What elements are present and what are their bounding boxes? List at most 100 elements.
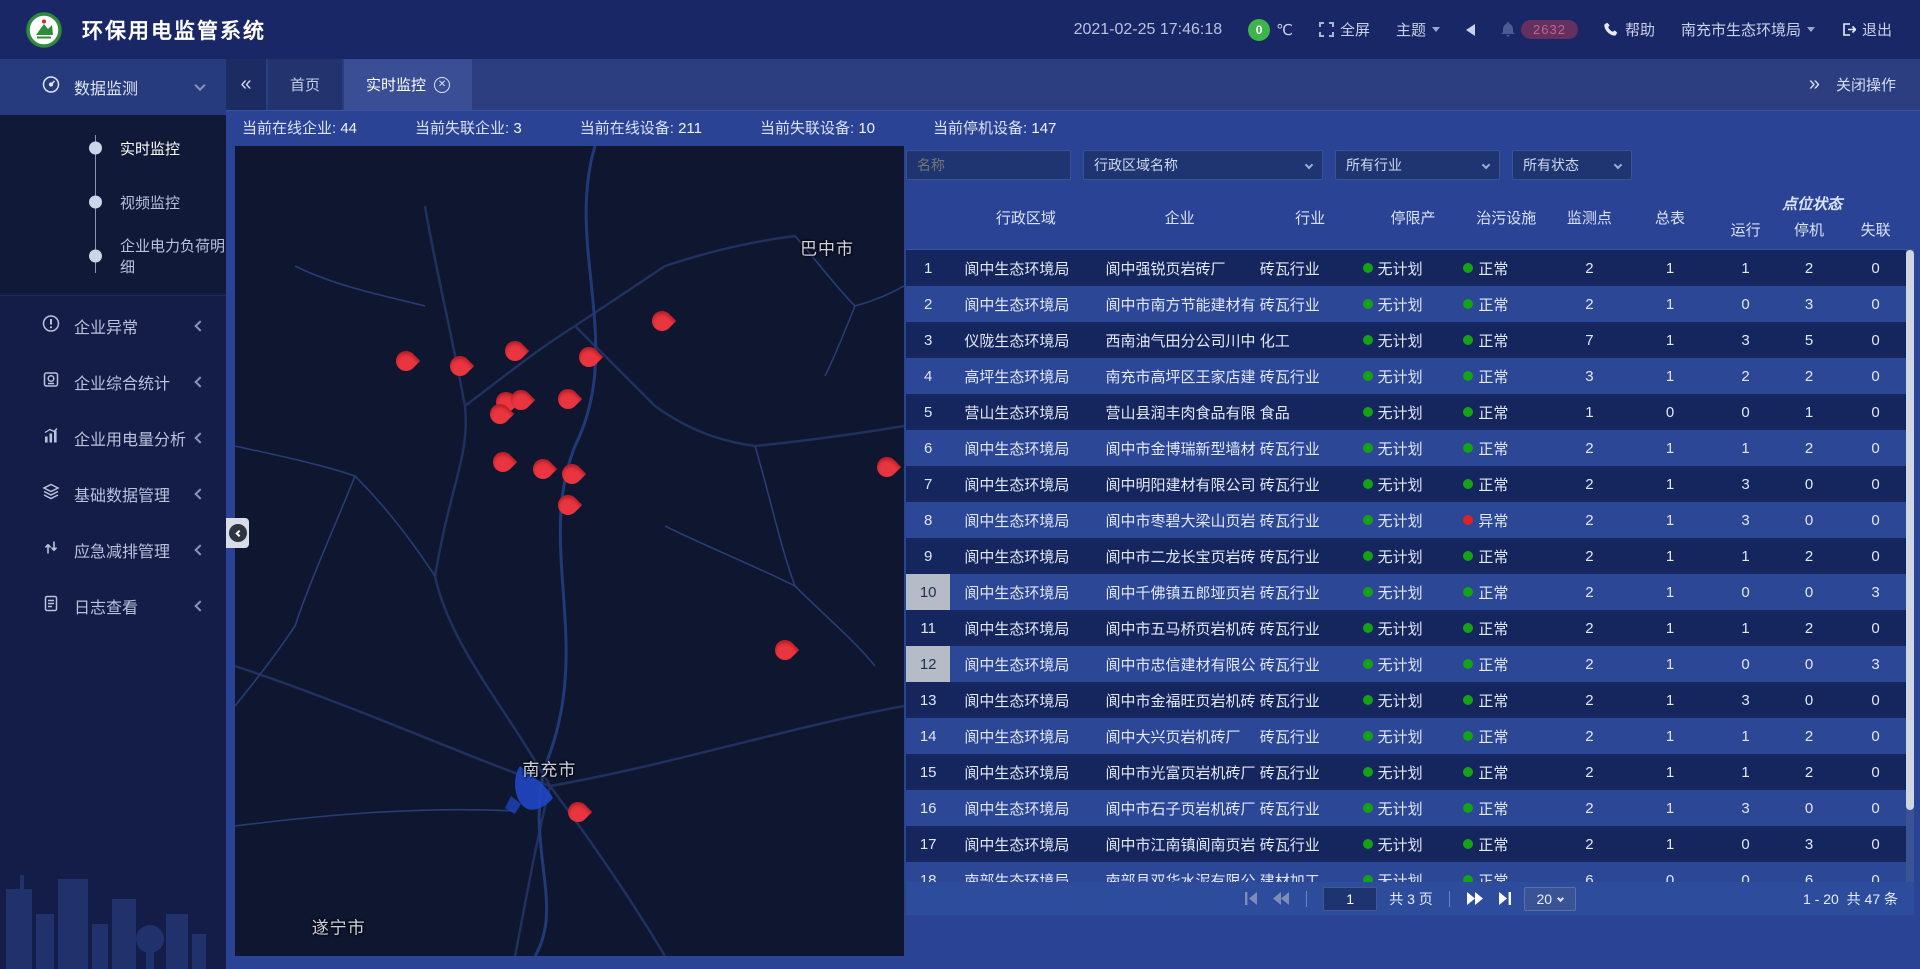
table-row[interactable]: 7阆中生态环境局阆中明阳建材有限公司砖瓦行业无计划正常21300 [906, 466, 1914, 502]
cell-company: 阆中大兴页岩机砖厂 [1102, 718, 1258, 754]
sidebar-item-power-analysis[interactable]: 企业用电量分析 [0, 410, 226, 466]
cell-offline-count: 0 [1837, 502, 1914, 538]
sidebar-item-company-stats[interactable]: 企业综合统计 [0, 354, 226, 410]
name-filter-input[interactable] [906, 150, 1071, 180]
map-pin[interactable] [652, 311, 672, 331]
table-row[interactable]: 13阆中生态环境局阆中市金福旺页岩机砖砖瓦行业无计划正常21300 [906, 682, 1914, 718]
page-number-input[interactable] [1323, 887, 1377, 911]
table-row[interactable]: 12阆中生态环境局阆中市忠信建材有限公砖瓦行业无计划正常21003 [906, 646, 1914, 682]
org-dropdown[interactable]: 南充市生态环境局 [1681, 19, 1815, 40]
map-pin[interactable] [490, 404, 510, 424]
close-icon[interactable]: ✕ [434, 77, 450, 93]
status-dot-icon [1463, 695, 1473, 705]
map-pin[interactable] [562, 464, 582, 484]
page-size-select[interactable]: 20 [1524, 887, 1576, 911]
tab-bar: « 首页 实时监控 ✕ » 关闭操作 [226, 59, 1920, 110]
map-pin[interactable] [505, 341, 525, 361]
stat-value: 3 [513, 120, 521, 137]
collapse-sound-button[interactable] [1466, 24, 1475, 36]
close-operations-button[interactable]: 关闭操作 [1836, 74, 1896, 95]
table-row[interactable]: 16阆中生态环境局阆中市石子页岩机砖厂砖瓦行业无计划正常21300 [906, 790, 1914, 826]
sidebar-item-video-monitor[interactable]: 视频监控 [0, 175, 226, 229]
map-pin[interactable] [568, 802, 588, 822]
theme-dropdown[interactable]: 主题 [1396, 19, 1440, 40]
pin-shape-icon [446, 352, 474, 380]
map-pin[interactable] [533, 459, 553, 479]
column-group-point-status: 点位状态 运行 停机 失联 [1710, 185, 1914, 249]
map-pin[interactable] [493, 452, 513, 472]
table-row[interactable]: 3仪陇生态环境局西南油气田分公司川中化工无计划正常71350 [906, 322, 1914, 358]
scrollbar-thumb[interactable] [1906, 250, 1914, 810]
help-button[interactable]: 帮助 [1604, 19, 1655, 40]
cell-monitor-count: 2 [1549, 502, 1630, 538]
region-filter-select[interactable]: 行政区域名称 [1083, 150, 1323, 180]
prev-page-button[interactable] [1272, 892, 1290, 905]
table-row[interactable]: 6阆中生态环境局阆中市金博瑞新型墙材砖瓦行业无计划正常21120 [906, 430, 1914, 466]
sidebar-item-data-monitor[interactable]: 数据监测 [0, 59, 226, 115]
tab-realtime-monitor[interactable]: 实时监控 ✕ [344, 59, 472, 110]
table-row[interactable]: 17阆中生态环境局阆中市江南镇阆南页岩砖瓦行业无计划正常21030 [906, 826, 1914, 862]
sidebar-item-power-load-detail[interactable]: 企业电力负荷明细 [0, 229, 226, 283]
cell-pollution-status: 异常 [1463, 502, 1549, 538]
table-row[interactable]: 4高坪生态环境局南充市高坪区王家店建砖瓦行业无计划正常31220 [906, 358, 1914, 394]
status-filter-select[interactable]: 所有状态 [1512, 150, 1632, 180]
cell-company: 阆中市枣碧大梁山页岩 [1102, 502, 1258, 538]
app-header: 环保用电监管系统 2021-02-25 17:46:18 0 ℃ 全屏 主题 [0, 0, 1920, 59]
cell-region: 仪陇生态环境局 [950, 322, 1101, 358]
table-row[interactable]: 8阆中生态环境局阆中市枣碧大梁山页岩砖瓦行业无计划异常21300 [906, 502, 1914, 538]
cell-stop-count: 2 [1781, 358, 1837, 394]
table-row[interactable]: 14阆中生态环境局阆中大兴页岩机砖厂砖瓦行业无计划正常21120 [906, 718, 1914, 754]
notifications[interactable]: 2632 [1501, 20, 1578, 39]
tab-home[interactable]: 首页 [268, 59, 342, 110]
industry-filter-select[interactable]: 所有行业 [1335, 150, 1500, 180]
table-row[interactable]: 11阆中生态环境局阆中市五马桥页岩机砖砖瓦行业无计划正常21120 [906, 610, 1914, 646]
cell-run-count: 0 [1710, 574, 1781, 610]
cell-offline-count: 0 [1837, 862, 1914, 882]
cell-index: 10 [906, 574, 950, 610]
table-row[interactable]: 2阆中生态环境局阆中市南方节能建材有砖瓦行业无计划正常21030 [906, 286, 1914, 322]
cell-limit-status: 无计划 [1363, 754, 1464, 790]
chevron-down-icon [1807, 27, 1815, 32]
column-header-region: 行政区域 [950, 185, 1101, 249]
tabs-scroll-right-button[interactable]: » [1809, 73, 1820, 96]
sidebar-item-company-abnormal[interactable]: 企业异常 [0, 298, 226, 354]
map-pin[interactable] [450, 356, 470, 376]
logout-button[interactable]: 退出 [1841, 19, 1892, 40]
cell-industry: 砖瓦行业 [1258, 466, 1363, 502]
last-page-button[interactable] [1496, 892, 1512, 905]
cell-monitor-count: 2 [1549, 286, 1630, 322]
sidebar-item-realtime-monitor[interactable]: 实时监控 [0, 121, 226, 175]
tabs-scroll-left-button[interactable]: « [226, 59, 266, 110]
next-page-button[interactable] [1466, 892, 1484, 905]
cell-offline-count: 0 [1837, 430, 1914, 466]
sidebar-item-log-view[interactable]: 日志查看 [0, 578, 226, 634]
table-row[interactable]: 5营山生态环境局营山县润丰肉食品有限食品无计划正常10010 [906, 394, 1914, 430]
map-pin[interactable] [579, 347, 599, 367]
map-pin[interactable] [775, 640, 795, 660]
table-row[interactable]: 10阆中生态环境局阆中千佛镇五郎垭页岩砖瓦行业无计划正常21003 [906, 574, 1914, 610]
cell-industry: 砖瓦行业 [1258, 610, 1363, 646]
cell-stop-count: 2 [1781, 754, 1837, 790]
table-row[interactable]: 15阆中生态环境局阆中市光富页岩机砖厂砖瓦行业无计划正常21120 [906, 754, 1914, 790]
cell-stop-count: 0 [1781, 790, 1837, 826]
first-page-button[interactable] [1244, 892, 1260, 905]
cell-index: 17 [906, 826, 950, 862]
table-row[interactable]: 1阆中生态环境局阆中强锐页岩砖厂砖瓦行业无计划正常21120 [906, 250, 1914, 286]
fullscreen-button[interactable]: 全屏 [1319, 19, 1370, 40]
chevron-left-icon [229, 524, 247, 542]
table-row[interactable]: 9阆中生态环境局阆中市二龙长宝页岩砖砖瓦行业无计划正常21120 [906, 538, 1914, 574]
cell-region: 阆中生态环境局 [950, 430, 1101, 466]
sidebar-item-base-data[interactable]: 基础数据管理 [0, 466, 226, 522]
map-pin[interactable] [511, 390, 531, 410]
map-pin[interactable] [558, 389, 578, 409]
status-dot-icon [1363, 659, 1373, 669]
map-pin[interactable] [396, 351, 416, 371]
table-row[interactable]: 18南部生态环境局南部县双华水泥有限公建材加工无计划正常60060 [906, 862, 1914, 882]
map-collapse-button[interactable] [226, 518, 249, 548]
map-pin[interactable] [558, 495, 578, 515]
map-pin[interactable] [877, 457, 897, 477]
table-scrollbar[interactable] [1906, 250, 1914, 882]
sidebar-item-emergency-reduction[interactable]: 应急减排管理 [0, 522, 226, 578]
map-panel[interactable]: 巴中市南充市遂宁市 [235, 146, 904, 956]
cell-industry: 砖瓦行业 [1258, 430, 1363, 466]
